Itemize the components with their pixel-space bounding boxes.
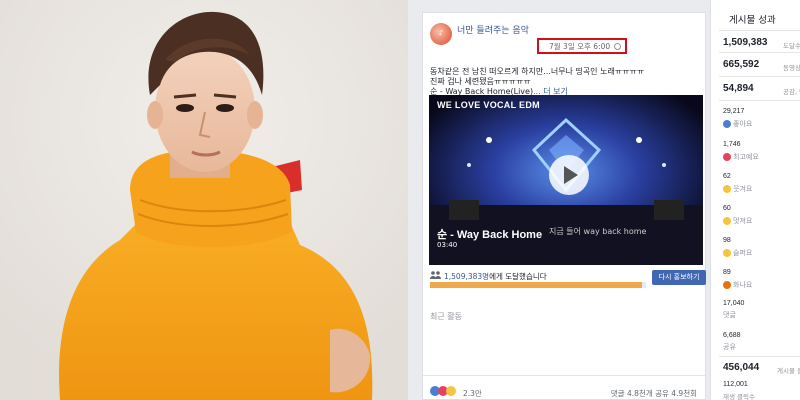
haha-label: 웃겨요 (733, 185, 753, 193)
like-label: 좋아요 (733, 120, 753, 128)
reach-progress-bar (430, 282, 646, 288)
post-clicks-total: 456,044 (723, 362, 760, 373)
artist-photo (0, 0, 408, 400)
plays-count: 112,001 (723, 381, 748, 388)
reach-suffix: 에게 도달했습니다 (489, 272, 547, 281)
post-card: ♪ 너만 들려주는 음악 7월 3일 오후 6:00 동차같은 전 남친 떠오르… (422, 12, 706, 400)
insights-header: 게시물 성과 (729, 15, 776, 26)
haha-count: 62 (723, 173, 731, 180)
video-channel-title: WE LOVE VOCAL EDM (437, 100, 540, 110)
divider (719, 30, 800, 31)
engagement-label: 공감, 댓글 (783, 88, 800, 96)
video-song-title: 순 - Way Back Home (437, 229, 543, 241)
wow-icon (723, 217, 731, 225)
page-logo-glyph: ♪ (438, 29, 444, 37)
people-icon (430, 271, 441, 279)
plays-label: 재생 클릭수 (723, 393, 755, 400)
wow-label: 멋져요 (733, 217, 753, 225)
sad-icon (723, 249, 731, 257)
artist-portrait-image (0, 0, 408, 400)
globe-icon (614, 43, 621, 50)
video-player[interactable]: WE LOVE VOCAL EDM 순 - Way Back Home 지금 들… (429, 95, 703, 265)
engagement-total: 54,894 (723, 83, 754, 94)
love-label: 최고예요 (733, 153, 759, 161)
haha-icon (723, 185, 731, 193)
divider (719, 52, 800, 53)
reach-total: 1,509,383 (723, 37, 768, 48)
comments-label: 댓글 (723, 311, 736, 319)
reach-total-label: 도달수 (783, 42, 800, 50)
page-name-link[interactable]: 너만 들려주는 음악 (457, 23, 529, 36)
divider (719, 356, 800, 357)
reach-progress-fill (430, 282, 642, 288)
play-icon[interactable] (549, 155, 589, 195)
video-views-total: 665,592 (723, 59, 760, 70)
post-clicks-label: 게시물 클 (777, 367, 800, 375)
post-insights-panel: 게시물 성과 1,509,383 도달수 665,592 동영상 조회 54,8… (710, 0, 800, 400)
shares-label: 공유 (723, 343, 736, 351)
divider (423, 375, 705, 376)
love-icon (723, 153, 731, 161)
sad-count: 98 (723, 237, 731, 244)
angry-icon (723, 281, 731, 289)
divider (719, 76, 800, 77)
post-timestamp[interactable]: 7월 3일 오후 6:00 (549, 41, 610, 52)
reach-count[interactable]: 1,509,383명 (444, 272, 489, 281)
shares-count: 6,688 (723, 332, 741, 339)
like-count: 29,217 (723, 108, 745, 115)
wow-count: 60 (723, 205, 731, 212)
video-subtitle: 지금 들어 way back home (549, 227, 647, 236)
timestamp-highlight: 7월 3일 오후 6:00 (537, 38, 627, 54)
comments-count: 17,040 (723, 300, 745, 307)
video-duration: 03:40 (437, 241, 458, 249)
angry-count: 89 (723, 269, 731, 276)
recent-activity-label: 최근 활동 (430, 312, 462, 321)
page-logo[interactable]: ♪ (430, 23, 452, 45)
boost-again-button[interactable]: 다시 홍보하기 (652, 270, 706, 285)
video-views-label: 동영상 조회 (783, 64, 800, 72)
facebook-post-screenshot: ♪ 너만 들려주는 음악 7월 3일 오후 6:00 동차같은 전 남친 떠오르… (408, 0, 800, 400)
angry-label: 화나요 (733, 281, 753, 289)
haha-reaction-icon (446, 386, 456, 396)
love-count: 1,746 (723, 141, 741, 148)
sad-label: 슬퍼요 (733, 249, 753, 257)
reach-summary: 1,509,383명에게 도달했습니다 (444, 271, 547, 282)
reaction-count[interactable]: 2.3만 (463, 388, 482, 399)
comments-shares-count[interactable]: 댓글 4.8천개 공유 4.9천회 (611, 388, 697, 399)
like-icon (723, 120, 731, 128)
divider (719, 100, 800, 101)
